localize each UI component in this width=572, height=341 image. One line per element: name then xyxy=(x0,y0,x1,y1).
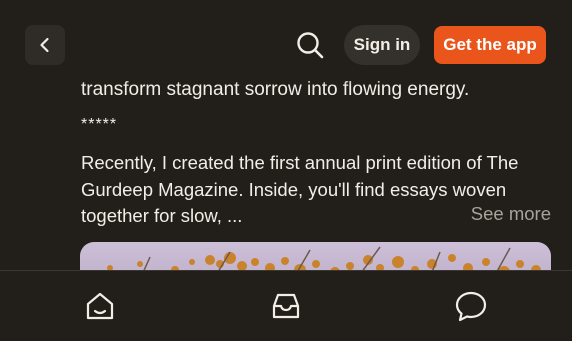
back-button[interactable] xyxy=(25,25,65,65)
post-paragraph-text: Recently, I created the first annual pri… xyxy=(81,152,519,226)
see-more-link[interactable]: See more xyxy=(471,203,551,225)
post-image[interactable] xyxy=(80,242,551,270)
back-chevron-icon xyxy=(40,37,49,53)
nav-chat[interactable] xyxy=(454,289,488,323)
section-separator: ***** xyxy=(81,116,118,133)
top-bar: Sign in Get the app xyxy=(0,0,572,86)
inbox-icon xyxy=(272,293,300,319)
bottom-nav xyxy=(0,270,572,341)
chat-icon xyxy=(455,291,487,322)
search-button[interactable] xyxy=(294,29,326,61)
nav-inbox[interactable] xyxy=(269,289,303,323)
post-image-art xyxy=(107,246,541,270)
signin-button[interactable]: Sign in xyxy=(344,25,420,65)
nav-home[interactable] xyxy=(83,289,117,323)
search-icon xyxy=(297,32,324,59)
get-the-app-button[interactable]: Get the app xyxy=(434,26,546,64)
home-icon xyxy=(86,292,114,320)
